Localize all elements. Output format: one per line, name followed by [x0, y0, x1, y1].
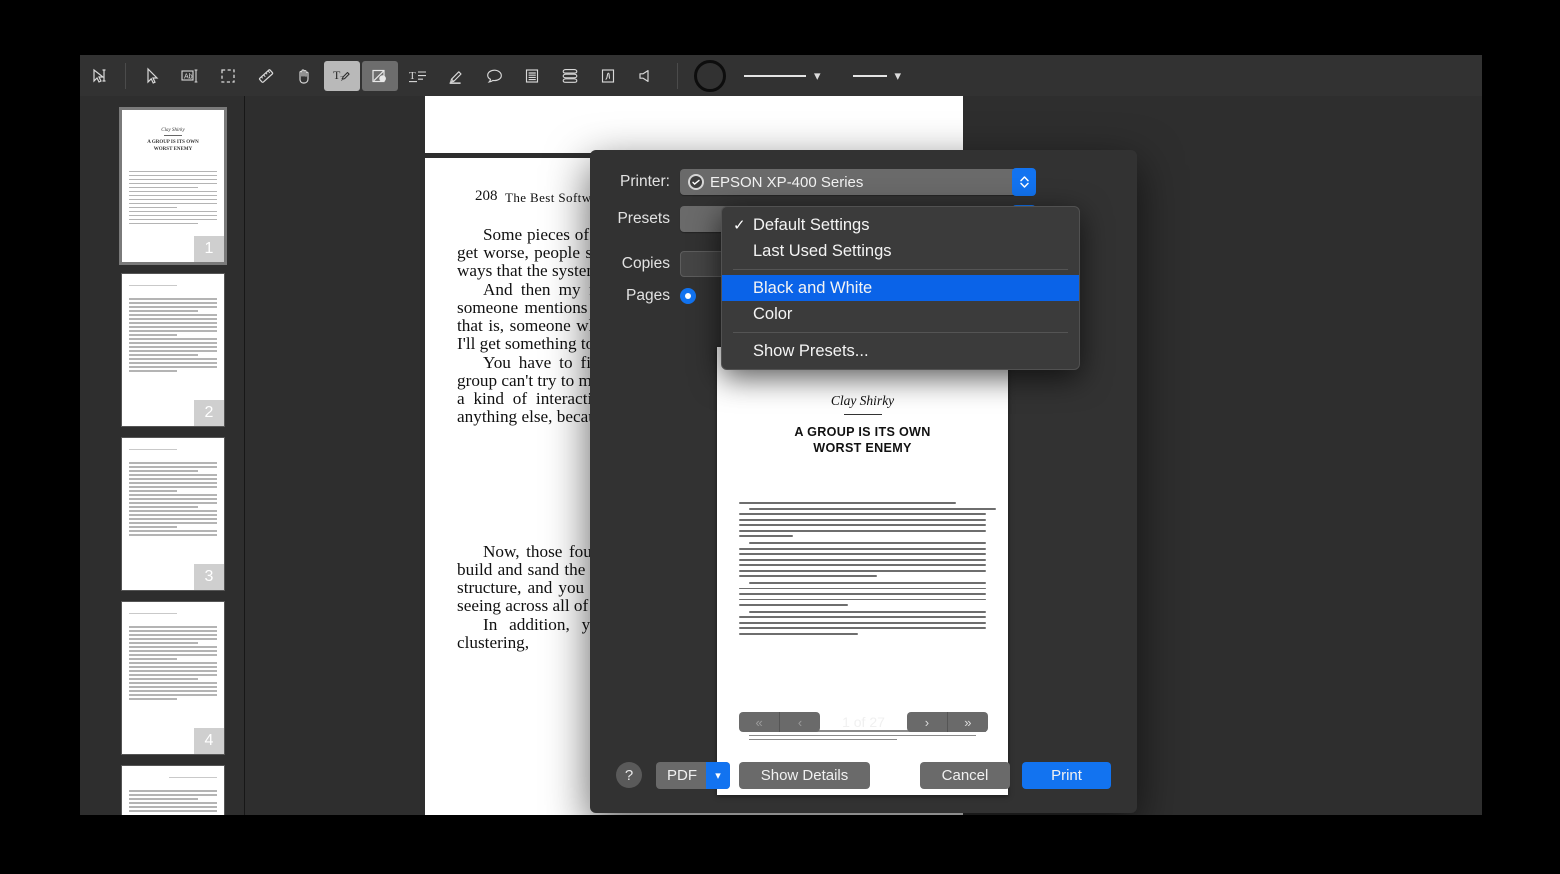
- comment-icon[interactable]: [476, 61, 512, 91]
- cancel-button[interactable]: Cancel: [920, 762, 1010, 789]
- ruler-icon[interactable]: [248, 61, 284, 91]
- print-button[interactable]: Print: [1022, 762, 1111, 789]
- pages-label: Pages: [590, 287, 670, 305]
- pdf-app-window: Ab T? T: [80, 55, 1482, 815]
- document-page-previous: [425, 96, 963, 153]
- marquee-select-icon[interactable]: [210, 61, 246, 91]
- text-cursor-icon[interactable]: [81, 61, 117, 91]
- page-number: 208: [475, 188, 498, 205]
- printer-status-icon: [688, 174, 704, 190]
- dash-preview: [853, 75, 887, 77]
- toolbar: Ab T? T: [80, 55, 1482, 97]
- screen: Ab T? T: [0, 0, 1560, 874]
- toolbar-divider-2: [677, 63, 678, 89]
- previous-page-button[interactable]: ‹: [779, 712, 820, 732]
- list-item[interactable]: 5: [122, 766, 224, 815]
- arrow-pointer-icon[interactable]: [134, 61, 170, 91]
- first-page-button[interactable]: «: [739, 712, 779, 732]
- menu-item-label: Color: [753, 305, 792, 324]
- menu-separator: [733, 269, 1068, 270]
- highlighter-icon[interactable]: [438, 61, 474, 91]
- list-item[interactable]: 3: [122, 438, 224, 590]
- toolbar-divider: [125, 63, 126, 89]
- check-icon: ✓: [733, 216, 753, 234]
- menu-item-show-presets[interactable]: Show Presets...: [722, 338, 1079, 364]
- printer-value: EPSON XP-400 Series: [710, 174, 863, 191]
- list-item[interactable]: 4: [122, 602, 224, 754]
- preview-rule: [844, 414, 882, 415]
- stepper-icon[interactable]: [1012, 168, 1036, 196]
- preview-pager: « ‹ 1 of 27 › »: [590, 712, 1137, 732]
- menu-item-last-used-settings[interactable]: Last Used Settings: [722, 238, 1079, 264]
- print-dialog: Printer: EPSON XP-400 Series Presets Cop…: [590, 150, 1137, 813]
- menu-item-label: Default Settings: [753, 216, 869, 235]
- help-button[interactable]: ?: [616, 762, 642, 788]
- chevron-down-icon: ▾: [814, 69, 821, 82]
- svg-text:Ab: Ab: [184, 73, 193, 80]
- speaker-icon[interactable]: [628, 61, 664, 91]
- thumbnail-sidebar[interactable]: Clay Shirky A GROUP IS ITS OWNWORST ENEM…: [80, 96, 245, 815]
- stroke-preview: [744, 75, 806, 77]
- text-annotate-icon[interactable]: T?: [324, 61, 360, 91]
- preview-author: Clay Shirky: [739, 393, 986, 409]
- ellipse-shape-icon[interactable]: [694, 60, 726, 92]
- dash-style-picker[interactable]: ▾: [845, 69, 916, 82]
- menu-item-black-and-white[interactable]: Black and White: [722, 275, 1079, 301]
- pdf-button-label: PDF: [667, 767, 697, 784]
- next-page-button[interactable]: ›: [907, 712, 947, 732]
- pages-all-radio[interactable]: [680, 288, 696, 304]
- presets-label: Presets: [590, 210, 670, 228]
- thumbnail-page-number: 3: [194, 564, 224, 590]
- hand-tool-icon[interactable]: [286, 61, 322, 91]
- printer-select[interactable]: EPSON XP-400 Series: [680, 169, 1035, 195]
- copies-label: Copies: [590, 255, 670, 273]
- preview-content: Clay Shirky A GROUP IS ITS OWNWORST ENEM…: [739, 393, 986, 638]
- thumbnail-page-number: 2: [194, 400, 224, 426]
- pages-options[interactable]: [680, 288, 701, 304]
- stamp-icon[interactable]: [552, 61, 588, 91]
- list-item[interactable]: 2: [122, 274, 224, 426]
- thumbnail-page-number: 1: [194, 236, 224, 262]
- presets-dropdown-menu[interactable]: ✓ Default Settings Last Used Settings Bl…: [721, 206, 1080, 370]
- thumbnail-page-number: 4: [194, 728, 224, 754]
- printer-label: Printer:: [590, 173, 670, 191]
- menu-item-label: Black and White: [753, 279, 872, 298]
- text-select-icon[interactable]: Ab: [172, 61, 208, 91]
- preview-title: A GROUP IS ITS OWNWORST ENEMY: [739, 425, 986, 456]
- dialog-footer: ? PDF ▾ Show Details Cancel Print: [590, 750, 1137, 813]
- signature-icon[interactable]: [590, 61, 626, 91]
- show-details-button[interactable]: Show Details: [739, 762, 870, 789]
- page-count-label: 1 of 27: [842, 714, 885, 730]
- svg-text:T: T: [409, 70, 416, 82]
- printer-row: Printer: EPSON XP-400 Series: [590, 169, 1137, 195]
- redact-icon[interactable]: [362, 61, 398, 91]
- menu-item-label: Show Presets...: [753, 342, 869, 361]
- text-box-icon[interactable]: T: [400, 61, 436, 91]
- note-icon[interactable]: [514, 61, 550, 91]
- menu-item-label: Last Used Settings: [753, 242, 892, 261]
- preview-body: [739, 502, 986, 634]
- chevron-down-icon-2: ▾: [895, 69, 902, 82]
- list-item[interactable]: Clay Shirky A GROUP IS ITS OWNWORST ENEM…: [122, 110, 224, 262]
- chevron-down-icon-pdf[interactable]: ▾: [706, 762, 730, 789]
- menu-separator-2: [733, 332, 1068, 333]
- last-page-button[interactable]: »: [947, 712, 988, 732]
- stroke-width-picker[interactable]: ▾: [736, 69, 835, 82]
- menu-item-color[interactable]: Color: [722, 301, 1079, 327]
- pdf-button[interactable]: PDF ▾: [656, 762, 730, 789]
- menu-item-default-settings[interactable]: ✓ Default Settings: [722, 212, 1079, 238]
